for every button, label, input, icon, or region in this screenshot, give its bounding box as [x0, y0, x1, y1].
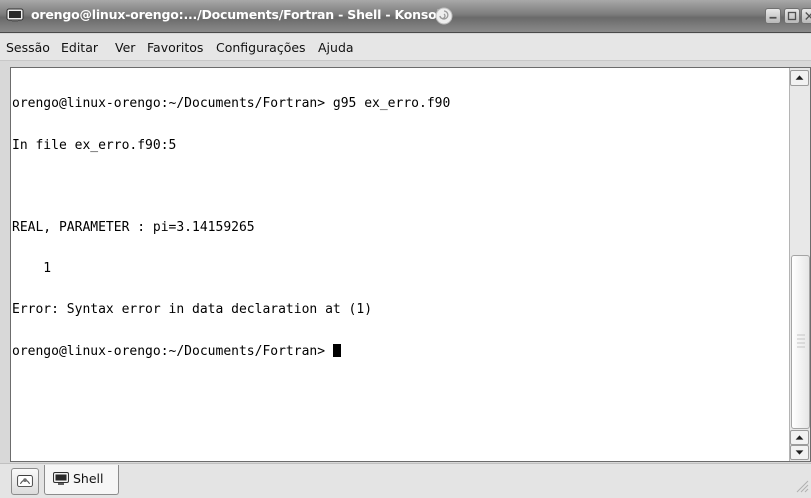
arrow-down-icon — [795, 450, 804, 455]
minimize-button[interactable] — [765, 8, 781, 24]
menu-configuracoes[interactable]: Configurações — [216, 40, 306, 55]
terminal-line: REAL, PARAMETER : pi=3.14159265 — [12, 219, 255, 235]
terminal-icon — [53, 472, 69, 485]
scroll-up-button[interactable] — [790, 70, 809, 86]
maximize-icon — [787, 11, 797, 21]
konsole-icon[interactable] — [6, 8, 24, 23]
menu-ajuda[interactable]: Ajuda — [318, 40, 354, 55]
scroll-down-button[interactable] — [790, 445, 809, 460]
terminal-line: orengo@linux-orengo:~/Documents/Fortran>… — [12, 96, 451, 112]
menu-favoritos[interactable]: Favoritos — [147, 40, 203, 55]
window-title: orengo@linux-orengo:.../Documents/Fortra… — [31, 7, 449, 22]
terminal-prompt: orengo@linux-orengo:~/Documents/Fortran> — [12, 343, 333, 359]
scroll-up-button-bottom[interactable] — [790, 430, 809, 445]
tab-shell[interactable]: Shell — [44, 465, 119, 495]
menu-ver[interactable]: Ver — [115, 40, 135, 55]
new-session-button[interactable] — [11, 468, 39, 495]
close-button[interactable] — [801, 8, 811, 24]
menu-bar: Sessão Editar Ver Favoritos Configuraçõe… — [0, 34, 811, 61]
tab-label: Shell — [73, 471, 104, 486]
terminal-output[interactable]: orengo@linux-orengo:~/Documents/Fortran>… — [12, 70, 788, 460]
resize-grip-icon[interactable] — [793, 477, 809, 493]
minimize-icon — [769, 16, 777, 19]
maximize-button[interactable] — [784, 8, 800, 24]
grip-icon — [797, 334, 805, 348]
text-cursor — [332, 343, 341, 357]
new-session-icon — [17, 475, 33, 488]
menu-sessao[interactable]: Sessão — [6, 40, 50, 55]
tab-bar — [0, 463, 811, 498]
terminal-line: 1 — [12, 260, 52, 276]
terminal-line: In file ex_erro.f90:5 — [12, 137, 177, 153]
title-bar[interactable]: orengo@linux-orengo:.../Documents/Fortra… — [0, 0, 811, 33]
terminal-prompt-line: orengo@linux-orengo:~/Documents/Fortran> — [12, 343, 788, 359]
arrow-up-icon — [795, 75, 804, 80]
terminal-line: Error: Syntax error in data declaration … — [12, 301, 373, 317]
menu-editar[interactable]: Editar — [61, 40, 98, 55]
swirl-icon — [435, 7, 453, 25]
close-icon — [805, 12, 811, 20]
arrow-up-icon — [795, 435, 804, 440]
scrollbar-thumb[interactable] — [791, 255, 810, 429]
